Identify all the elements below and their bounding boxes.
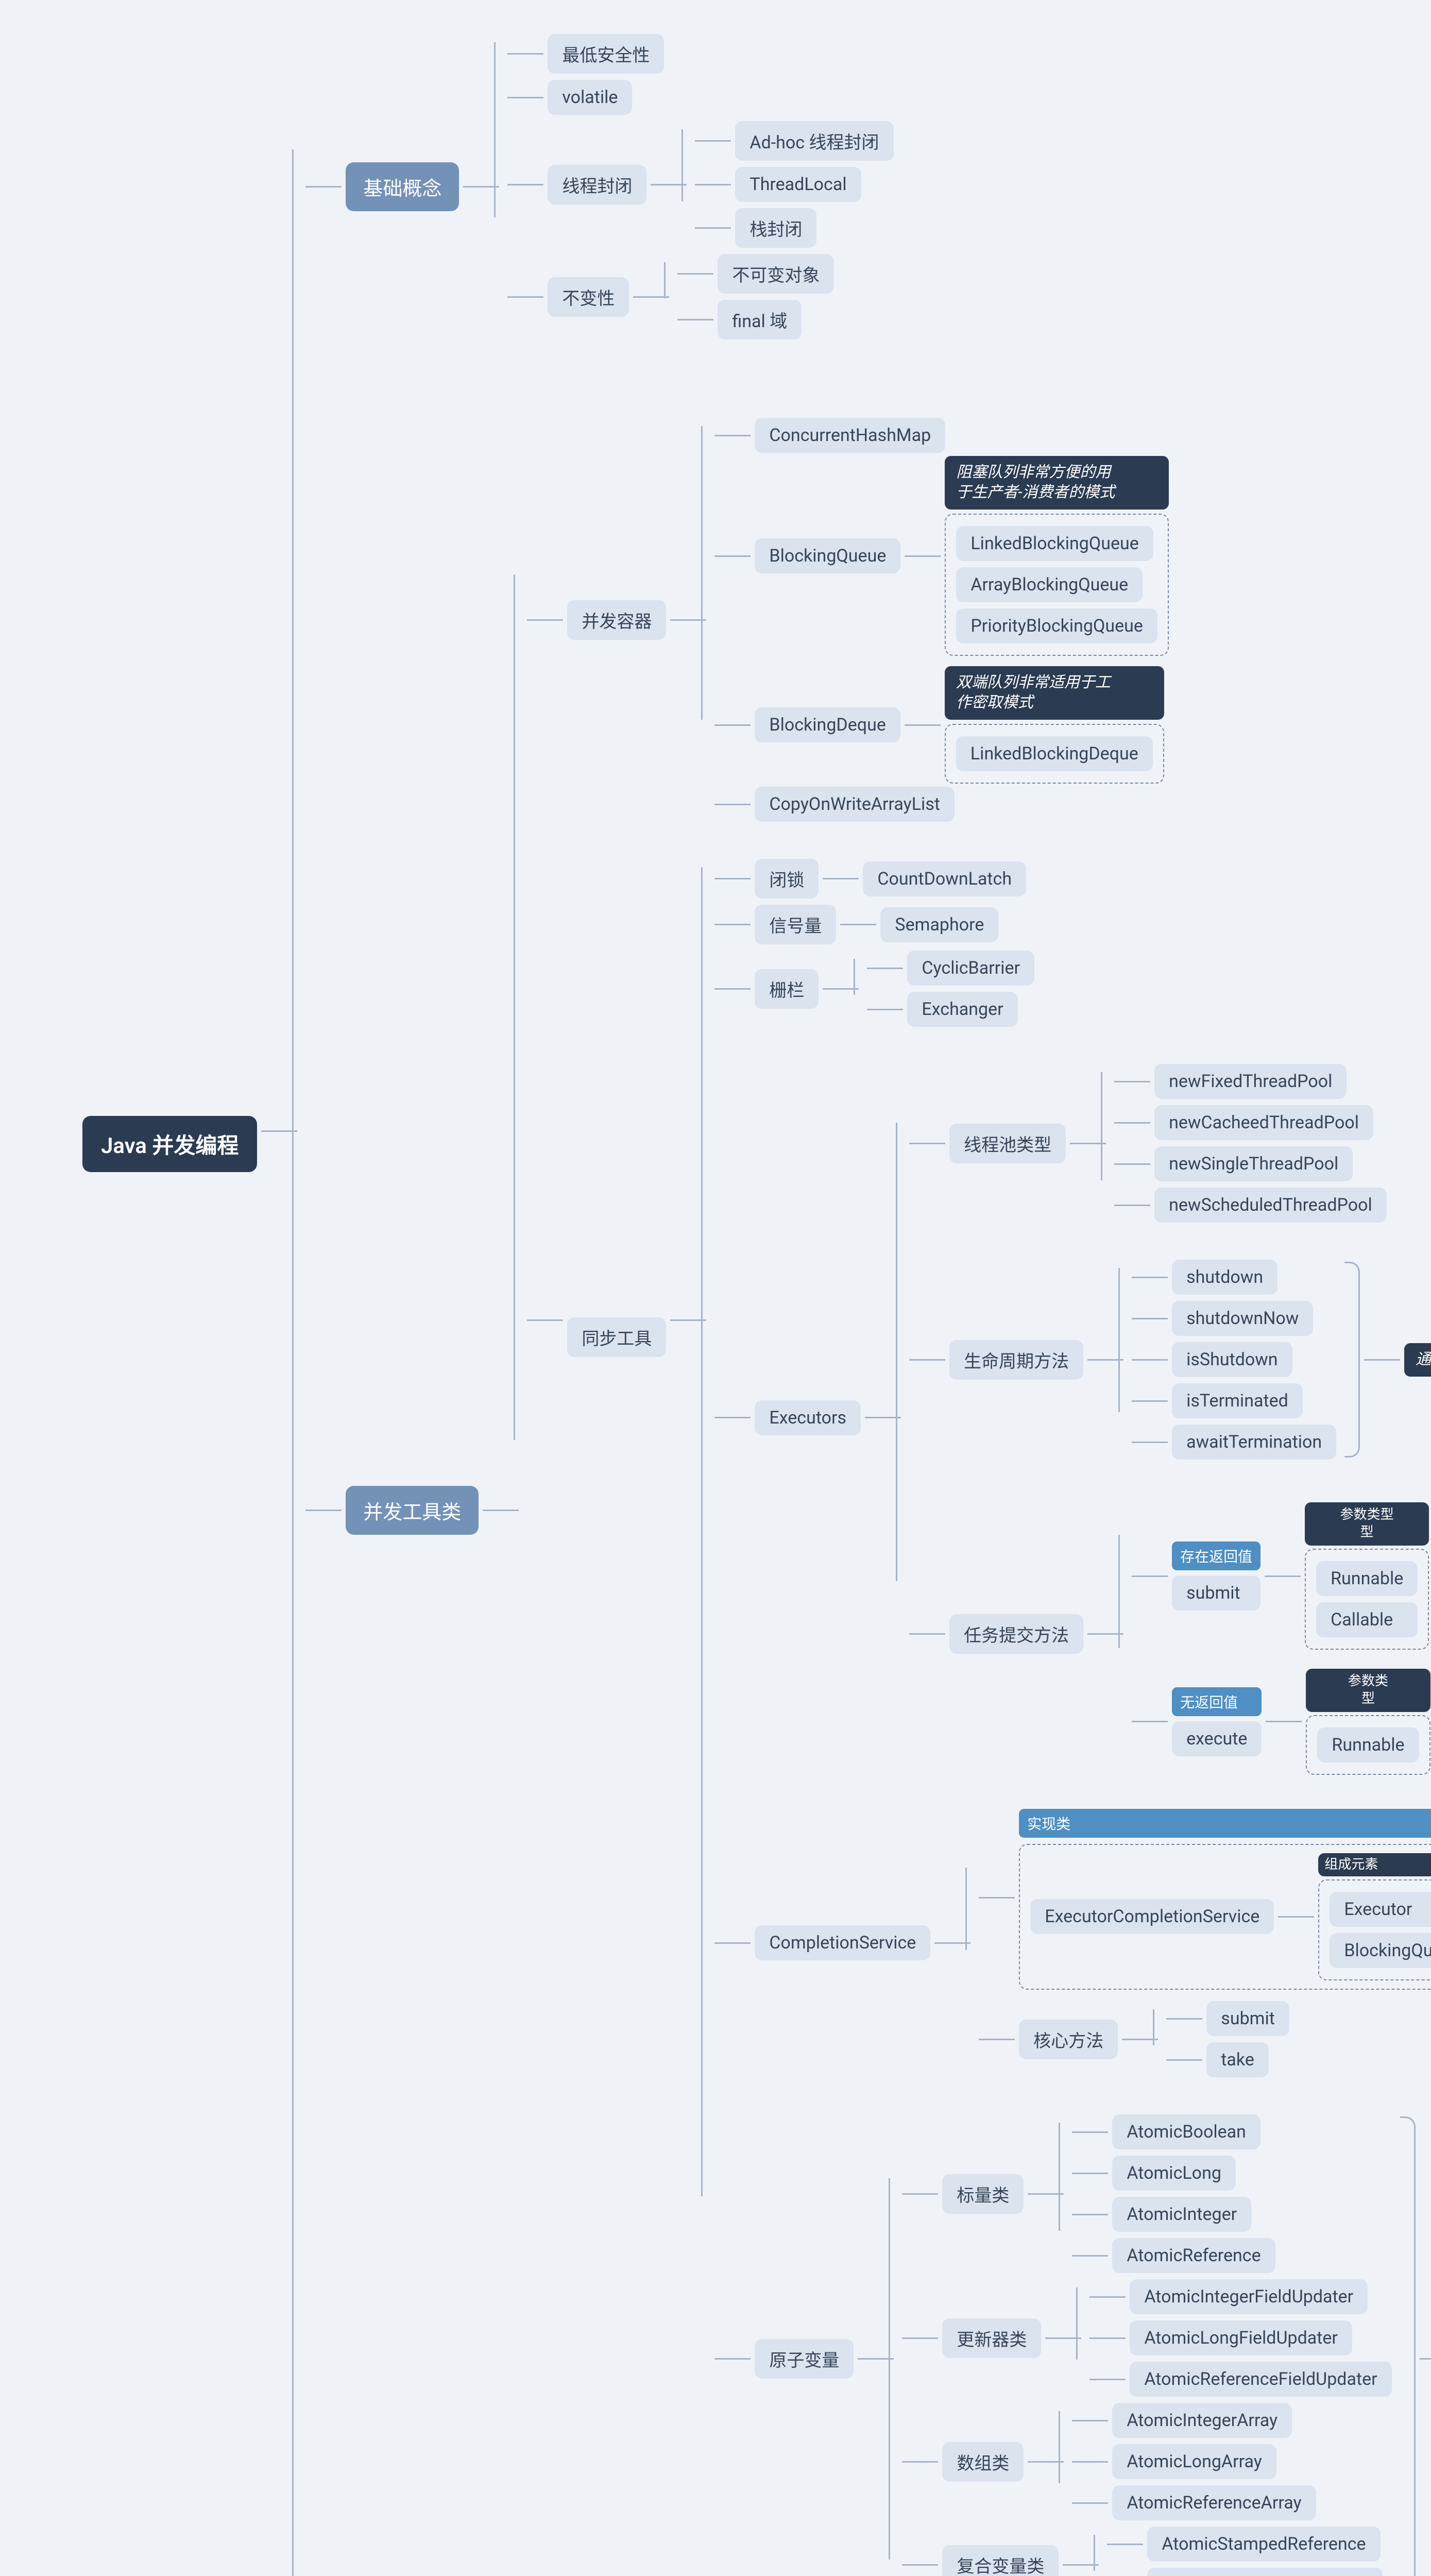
leaf[interactable]: ArrayBlockingQueue bbox=[956, 567, 1143, 602]
leaf[interactable]: 线程池类型 bbox=[949, 1124, 1066, 1163]
leaf[interactable]: AtomicIntegerFieldUpdater bbox=[1130, 2279, 1368, 2314]
note: 阻塞队列非常方便的用于生产者-消费者的模式 bbox=[945, 456, 1169, 510]
leaf[interactable]: CountDownLatch bbox=[863, 861, 1026, 896]
leaf[interactable]: Exchanger bbox=[907, 992, 1017, 1027]
leaf[interactable]: AtomicReferenceArray bbox=[1112, 2485, 1316, 2520]
leaf[interactable]: AtomicMarkableReference bbox=[1147, 2568, 1383, 2576]
leaf[interactable]: LinkedBlockingQueue bbox=[956, 526, 1153, 561]
note: 组成元素 bbox=[1318, 1853, 1431, 1877]
leaf[interactable]: shutdown bbox=[1172, 1260, 1277, 1295]
leaf[interactable]: Callable bbox=[1316, 1602, 1418, 1637]
note: 通过 ExecutorService 来管理 bbox=[1404, 1343, 1431, 1377]
leaf[interactable]: AtomicIntegerArray bbox=[1112, 2403, 1292, 2438]
leaf[interactable]: AtomicReferenceFieldUpdater bbox=[1130, 2362, 1391, 2397]
leaf[interactable]: 信号量 bbox=[755, 905, 836, 944]
node-concurrent-tools[interactable]: 并发工具类 bbox=[346, 1486, 479, 1535]
leaf[interactable]: submit bbox=[1172, 1575, 1260, 1611]
leaf[interactable]: 栈封闭 bbox=[735, 208, 816, 248]
leaf[interactable]: Executors bbox=[755, 1400, 861, 1435]
leaf[interactable]: AtomicStampedReference bbox=[1147, 2527, 1380, 2562]
leaf[interactable]: BlockingQueue bbox=[1330, 1933, 1431, 1968]
branch-basic: 基础概念 最低安全性 volatile 线程封闭 Ad-hoc 线程封闭 Thr… bbox=[301, 31, 1431, 343]
leaf[interactable]: 最低安全性 bbox=[548, 34, 664, 74]
leaf[interactable]: Ad-hoc 线程封闭 bbox=[735, 121, 893, 161]
note: 双端队列非常适用于工作密取模式 bbox=[945, 666, 1164, 720]
note: 参数类型 bbox=[1306, 1669, 1430, 1712]
leaf[interactable]: newFixedThreadPool bbox=[1154, 1064, 1347, 1099]
node-basic-concepts[interactable]: 基础概念 bbox=[346, 162, 459, 211]
leaf[interactable]: isTerminated bbox=[1172, 1383, 1303, 1418]
leaf[interactable]: 闭锁 bbox=[755, 859, 819, 899]
note: 参数类型型 bbox=[1305, 1502, 1429, 1546]
leaf[interactable]: AtomicReference bbox=[1112, 2238, 1275, 2273]
leaf[interactable]: CyclicBarrier bbox=[907, 951, 1034, 986]
leaf[interactable]: 数组类 bbox=[942, 2442, 1024, 2482]
leaf[interactable]: Executor bbox=[1330, 1892, 1431, 1927]
leaf[interactable]: 更新器类 bbox=[942, 2318, 1041, 2358]
leaf[interactable]: AtomicInteger bbox=[1112, 2197, 1251, 2232]
leaf[interactable]: 栅栏 bbox=[755, 969, 819, 1009]
tag: 无返回值 bbox=[1172, 1687, 1262, 1716]
leaf[interactable]: 线程封闭 bbox=[548, 165, 646, 205]
main-branches: 基础概念 最低安全性 volatile 线程封闭 Ad-hoc 线程封闭 Thr… bbox=[301, 31, 1431, 2576]
leaf[interactable]: execute bbox=[1172, 1721, 1262, 1756]
mindmap-root: .ln{stroke:#a7b4c6;stroke-width:3;fill:n… bbox=[82, 31, 1410, 2576]
leaf[interactable]: 并发容器 bbox=[567, 600, 666, 640]
leaf[interactable]: newCacheedThreadPool bbox=[1154, 1105, 1373, 1140]
leaf[interactable]: 复合变量类 bbox=[942, 2545, 1059, 2576]
leaf[interactable]: BlockingQueue bbox=[755, 538, 900, 573]
leaf[interactable]: CopyOnWriteArrayList bbox=[755, 787, 955, 822]
leaf[interactable]: AtomicBoolean bbox=[1112, 2114, 1260, 2149]
leaf[interactable]: CompletionService bbox=[755, 1925, 930, 1960]
leaf[interactable]: newScheduledThreadPool bbox=[1154, 1188, 1387, 1223]
leaf[interactable]: awaitTermination bbox=[1172, 1425, 1336, 1460]
leaf[interactable]: 不变性 bbox=[548, 277, 629, 317]
leaf[interactable]: volatile bbox=[548, 80, 632, 115]
leaf[interactable]: 任务提交方法 bbox=[949, 1614, 1083, 1654]
leaf[interactable]: ExecutorCompletionService bbox=[1030, 1899, 1274, 1934]
leaf[interactable]: 标量类 bbox=[942, 2174, 1024, 2214]
leaf[interactable]: final 域 bbox=[718, 300, 802, 340]
leaf[interactable]: 核心方法 bbox=[1019, 2020, 1118, 2059]
branch-concurrent-tools: 并发工具类 并发容器 ConcurrentHashMap BlockingQue… bbox=[301, 415, 1431, 2576]
leaf[interactable]: Semaphore bbox=[880, 907, 998, 942]
leaf[interactable]: shutdownNow bbox=[1172, 1301, 1313, 1336]
leaf[interactable]: AtomicLongArray bbox=[1112, 2444, 1276, 2479]
leaf[interactable]: newSingleThreadPool bbox=[1154, 1146, 1353, 1181]
leaf[interactable]: Runnable bbox=[1317, 1727, 1419, 1762]
leaf[interactable]: 生命周期方法 bbox=[949, 1340, 1083, 1380]
tag: 存在返回值 bbox=[1172, 1541, 1260, 1570]
root-node[interactable]: Java 并发编程 bbox=[82, 1116, 257, 1172]
leaf[interactable]: PriorityBlockingQueue bbox=[956, 608, 1157, 643]
leaf[interactable]: ThreadLocal bbox=[735, 167, 861, 202]
leaf[interactable]: 原子变量 bbox=[755, 2339, 854, 2379]
leaf[interactable]: AtomicLong bbox=[1112, 2156, 1236, 2191]
tag: 实现类 bbox=[1019, 1809, 1431, 1838]
leaf[interactable]: 同步工具 bbox=[567, 1317, 666, 1357]
leaf[interactable]: take bbox=[1206, 2042, 1269, 2077]
leaf[interactable]: LinkedBlockingDeque bbox=[956, 736, 1153, 771]
leaf[interactable]: ConcurrentHashMap bbox=[755, 418, 945, 453]
leaf[interactable]: 不可变对象 bbox=[718, 254, 834, 294]
leaf[interactable]: BlockingDeque bbox=[755, 707, 900, 742]
leaf[interactable]: Runnable bbox=[1316, 1561, 1418, 1596]
leaf[interactable]: submit bbox=[1206, 2001, 1289, 2036]
leaf[interactable]: AtomicLongFieldUpdater bbox=[1130, 2320, 1352, 2355]
leaf[interactable]: isShutdown bbox=[1172, 1342, 1292, 1377]
